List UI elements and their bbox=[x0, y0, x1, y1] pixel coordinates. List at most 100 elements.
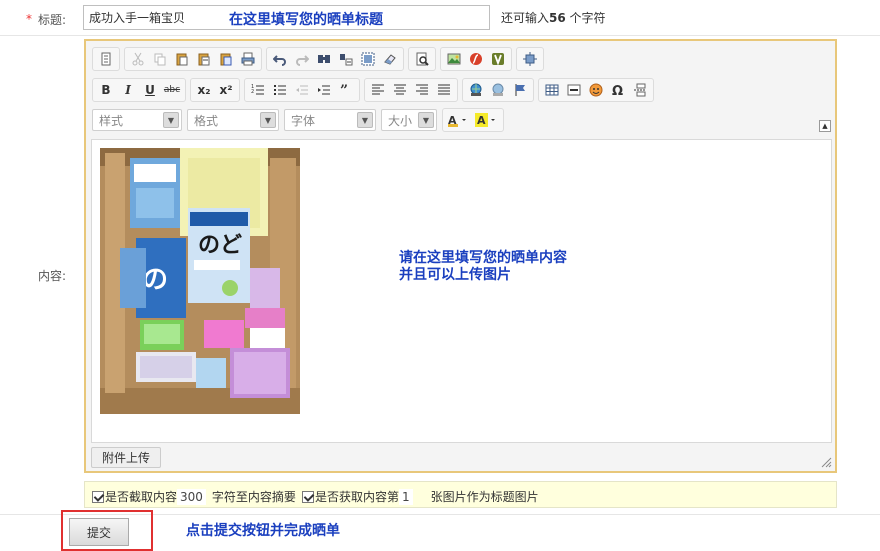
option-truncate-content: 是否截取内容 300 字符至内容摘要 bbox=[92, 488, 296, 505]
superscript-button[interactable]: x² bbox=[215, 80, 237, 100]
underline-button[interactable]: U bbox=[139, 80, 161, 100]
undo-icon[interactable] bbox=[269, 49, 291, 69]
chevron-down-icon: ▼ bbox=[163, 112, 179, 128]
toolbar-group-clipboard bbox=[124, 47, 262, 71]
title-row: * 标题: 在这里填写您的晒单标题 还可输入56 个字符 bbox=[0, 0, 880, 36]
paste-text-icon[interactable] bbox=[193, 49, 215, 69]
submit-highlight: 提交 bbox=[61, 510, 153, 551]
font-combo-label: 字体 bbox=[291, 113, 316, 128]
fetch-image-suffix: 张图片作为标题图片 bbox=[430, 490, 539, 504]
toolbar-group-basic-style: B I U abc bbox=[92, 78, 186, 102]
remaining-count: 56 bbox=[549, 11, 566, 25]
toolbar-group-list: 12 ” bbox=[244, 78, 360, 102]
table-icon[interactable] bbox=[541, 80, 563, 100]
submit-annotation: 点击提交按钮并完成晒单 bbox=[186, 523, 340, 539]
bulleted-list-icon[interactable] bbox=[269, 80, 291, 100]
cut-icon[interactable] bbox=[127, 49, 149, 69]
remove-format-icon[interactable] bbox=[379, 49, 401, 69]
toolbar-group-media bbox=[440, 47, 512, 71]
strike-button[interactable]: abc bbox=[161, 80, 183, 100]
format-combo-label: 格式 bbox=[194, 113, 219, 128]
svg-text:A: A bbox=[477, 114, 486, 127]
size-combo-label: 大小 bbox=[388, 113, 413, 128]
unlink-icon[interactable] bbox=[487, 80, 509, 100]
paste-word-icon[interactable] bbox=[215, 49, 237, 69]
horizontal-rule-icon[interactable] bbox=[563, 80, 585, 100]
editor-content-area[interactable]: のど の 请在这里填写您的晒单内容 并且可以上传图片 bbox=[91, 139, 832, 443]
chevron-down-icon: ▼ bbox=[260, 112, 276, 128]
special-char-icon[interactable]: Ω bbox=[607, 80, 629, 100]
find-icon[interactable] bbox=[313, 49, 335, 69]
toolbar-group-insert: Ω bbox=[538, 78, 654, 102]
redo-icon[interactable] bbox=[291, 49, 313, 69]
svg-text:Ω: Ω bbox=[612, 84, 623, 97]
option-fetch-image: 是否获取内容第 1 张图片作为标题图片 bbox=[302, 488, 539, 505]
anchor-flag-icon[interactable] bbox=[509, 80, 531, 100]
style-combo-label: 样式 bbox=[99, 113, 124, 128]
chevron-down-icon: ▼ bbox=[418, 112, 434, 128]
style-combo[interactable]: 样式 ▼ bbox=[92, 109, 182, 131]
toolbar-row-1 bbox=[92, 47, 548, 71]
font-combo[interactable]: 字体 ▼ bbox=[284, 109, 376, 131]
outdent-icon[interactable] bbox=[291, 80, 313, 100]
numbered-list-icon[interactable]: 12 bbox=[247, 80, 269, 100]
maximize-icon[interactable] bbox=[519, 49, 541, 69]
paste-icon[interactable] bbox=[171, 49, 193, 69]
italic-button[interactable]: I bbox=[117, 80, 139, 100]
blockquote-icon[interactable]: ” bbox=[335, 80, 357, 100]
bold-button[interactable]: B bbox=[95, 80, 117, 100]
align-left-icon[interactable] bbox=[367, 80, 389, 100]
fetch-image-label: 是否获取内容第 bbox=[315, 490, 400, 504]
truncate-content-checkbox[interactable] bbox=[92, 490, 104, 503]
uploaded-product-photo: のど の bbox=[100, 148, 300, 414]
source-icon[interactable] bbox=[95, 49, 117, 69]
link-icon[interactable] bbox=[465, 80, 487, 100]
replace-icon[interactable] bbox=[335, 49, 357, 69]
image-icon[interactable] bbox=[443, 49, 465, 69]
resize-handle-icon[interactable] bbox=[820, 456, 832, 468]
video-icon[interactable] bbox=[487, 49, 509, 69]
content-annotation-line-2: 并且可以上传图片 bbox=[399, 267, 511, 283]
collapse-toolbar-icon[interactable]: ▲ bbox=[819, 120, 831, 132]
text-color-icon[interactable]: A bbox=[445, 110, 473, 130]
align-justify-icon[interactable] bbox=[433, 80, 455, 100]
fetch-image-index-input[interactable]: 1 bbox=[399, 488, 413, 505]
print-icon[interactable] bbox=[237, 49, 259, 69]
format-combo[interactable]: 格式 ▼ bbox=[187, 109, 279, 131]
truncate-content-label: 是否截取内容 bbox=[105, 490, 178, 504]
options-bar: 是否截取内容 300 字符至内容摘要 是否获取内容第 1 张图片作为标题图片 bbox=[84, 481, 837, 508]
align-right-icon[interactable] bbox=[411, 80, 433, 100]
copy-icon[interactable] bbox=[149, 49, 171, 69]
preview-icon[interactable] bbox=[411, 49, 433, 69]
toolbar-group-edit bbox=[266, 47, 404, 71]
background-color-icon[interactable]: A bbox=[473, 110, 501, 130]
title-annotation: 在这里填写您的晒单标题 bbox=[229, 12, 383, 28]
title-label: 标题: bbox=[38, 13, 67, 27]
remaining-prefix: 还可输入 bbox=[501, 11, 550, 25]
svg-text:2: 2 bbox=[251, 89, 254, 95]
page-break-icon[interactable] bbox=[629, 80, 651, 100]
flash-icon[interactable] bbox=[465, 49, 487, 69]
subscript-button[interactable]: x₂ bbox=[193, 80, 215, 100]
remaining-suffix: 个字符 bbox=[565, 11, 606, 25]
submit-button[interactable]: 提交 bbox=[69, 518, 129, 546]
toolbar-group-align bbox=[364, 78, 458, 102]
toolbar-row-3: 样式 ▼ 格式 ▼ 字体 ▼ 大小 ▼ A A bbox=[92, 108, 508, 132]
toolbar-group-links bbox=[462, 78, 534, 102]
chevron-down-icon: ▼ bbox=[357, 112, 373, 128]
remaining-chars: 还可输入56 个字符 bbox=[501, 9, 606, 26]
align-center-icon[interactable] bbox=[389, 80, 411, 100]
fetch-image-checkbox[interactable] bbox=[302, 490, 314, 503]
smiley-icon[interactable] bbox=[585, 80, 607, 100]
toolbar-group-preview bbox=[408, 47, 436, 71]
truncate-length-input[interactable]: 300 bbox=[177, 488, 206, 505]
rich-text-editor: B I U abc x₂ x² 12 ” Ω 样式 ▼ 格式 ▼ 字体 ▼ 大小… bbox=[84, 39, 837, 473]
svg-text:”: ” bbox=[340, 83, 348, 97]
attachment-upload-button[interactable]: 附件上传 bbox=[91, 447, 161, 468]
select-all-icon[interactable] bbox=[357, 49, 379, 69]
indent-icon[interactable] bbox=[313, 80, 335, 100]
content-annotation-line-1: 请在这里填写您的晒单内容 bbox=[399, 250, 567, 266]
toolbar-group-source bbox=[92, 47, 120, 71]
size-combo[interactable]: 大小 ▼ bbox=[381, 109, 437, 131]
toolbar-group-script: x₂ x² bbox=[190, 78, 240, 102]
